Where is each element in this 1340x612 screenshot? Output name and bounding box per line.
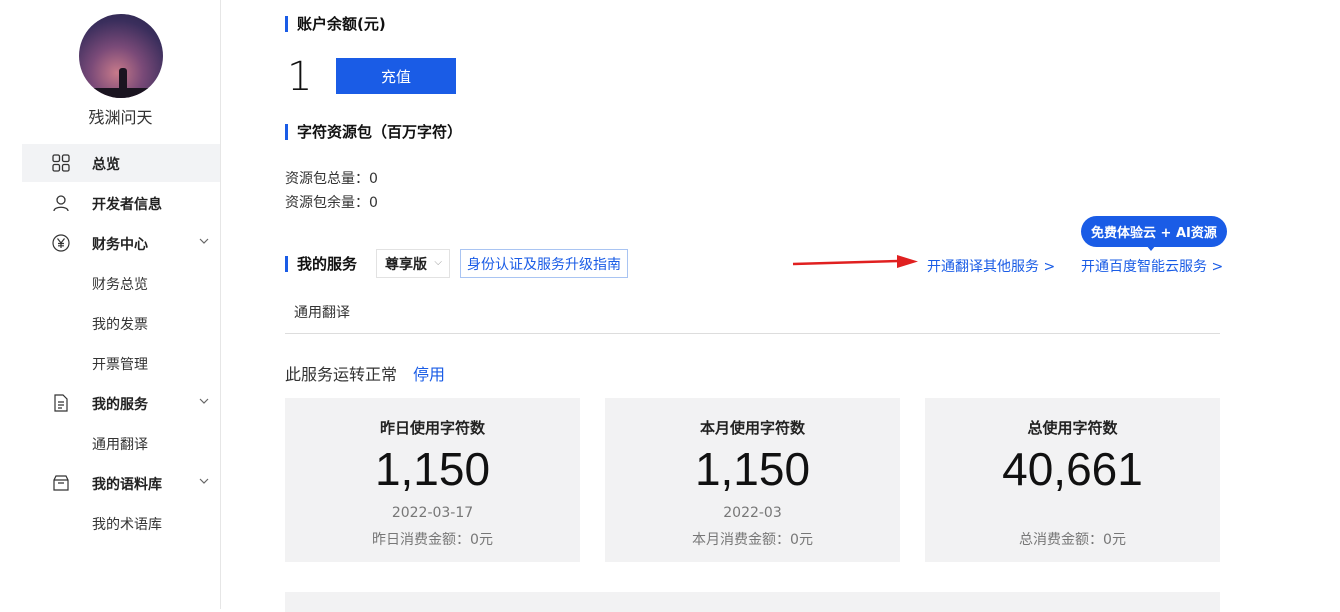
- free-trial-badge[interactable]: 免费体验云 + AI资源: [1081, 216, 1227, 247]
- stat-fee: 总消费金额：0元: [1019, 532, 1126, 548]
- sidebar: 残渊问天 总览 开发者信息 财务中心 财务总览 我的发票 开票管理 我的服务 通…: [0, 0, 221, 609]
- sidebar-item-my-services[interactable]: 我的服务: [22, 384, 220, 422]
- stat-value: 40,661: [1002, 443, 1143, 495]
- avatar-figure: [119, 68, 127, 92]
- open-other-services-link[interactable]: 开通翻译其他服务 >: [927, 256, 1055, 276]
- sidebar-item-label: 开发者信息: [92, 197, 162, 213]
- stat-date: 2022-03-17: [391, 505, 474, 521]
- stat-value: 1,150: [374, 443, 491, 495]
- edition-value: 尊享版: [385, 256, 427, 273]
- stat-value: 1,150: [694, 443, 811, 495]
- sidebar-item-invoices[interactable]: 我的发票: [92, 314, 148, 334]
- chevron-down-icon: ⌵: [434, 257, 442, 268]
- stat-title: 总使用字符数: [1027, 419, 1118, 437]
- red-arrow-icon: [792, 255, 918, 268]
- chevron-down-icon: [199, 478, 209, 484]
- sidebar-item-finance-overview[interactable]: 财务总览: [92, 274, 148, 294]
- tab-general-translation[interactable]: 通用翻译: [294, 302, 350, 322]
- records-panel-header: [285, 592, 1220, 612]
- edition-select[interactable]: 尊享版 ⌵: [376, 249, 450, 278]
- resource-title: 字符资源包（百万字符）: [285, 124, 462, 140]
- box-icon: [53, 475, 69, 491]
- recharge-button[interactable]: 充值: [336, 58, 456, 94]
- username: 残渊问天: [88, 108, 153, 127]
- chevron-down-icon: [199, 398, 209, 404]
- main-content: 账户余额(元) 1 充值 字符资源包（百万字符） 资源包总量：0 资源包余量：0…: [221, 0, 1340, 612]
- stat-title: 本月使用字符数: [699, 419, 805, 437]
- sidebar-item-label: 我的语料库: [92, 477, 162, 493]
- sidebar-item-overview[interactable]: 总览: [22, 144, 220, 182]
- services-title: 我的服务: [285, 256, 357, 272]
- yen-icon: [52, 234, 70, 252]
- grid-icon: [52, 154, 70, 172]
- sidebar-item-label: 总览: [92, 157, 120, 173]
- sidebar-item-general-translation[interactable]: 通用翻译: [92, 434, 148, 454]
- sidebar-item-terminology[interactable]: 我的术语库: [92, 514, 162, 534]
- sidebar-item-corpus[interactable]: 我的语料库: [22, 464, 220, 502]
- open-cloud-services-link[interactable]: 开通百度智能云服务 >: [1081, 256, 1223, 276]
- sidebar-item-label: 财务中心: [92, 237, 148, 253]
- stat-fee: 昨日消费金额：0元: [372, 532, 493, 548]
- stat-date: 2022-03: [723, 505, 782, 521]
- upgrade-guide-link[interactable]: 身份认证及服务升级指南: [460, 249, 628, 278]
- stat-fee: 本月消费金额：0元: [692, 532, 813, 548]
- sidebar-item-label: 我的服务: [92, 397, 148, 413]
- badge-tail: [1146, 245, 1156, 251]
- balance-value: 1: [287, 54, 313, 100]
- stat-card-yesterday: 昨日使用字符数 1,150 2022-03-17 昨日消费金额：0元: [285, 398, 580, 562]
- document-icon: [54, 394, 68, 412]
- stat-title: 昨日使用字符数: [379, 419, 485, 437]
- chevron-down-icon: [199, 238, 209, 244]
- stop-service-button[interactable]: 停用: [413, 361, 445, 385]
- stat-card-month: 本月使用字符数 1,150 2022-03 本月消费金额：0元: [605, 398, 900, 562]
- sidebar-item-developer[interactable]: 开发者信息: [22, 184, 220, 222]
- stat-card-total: 总使用字符数 40,661 总消费金额：0元: [925, 398, 1220, 562]
- divider: [285, 333, 1220, 334]
- balance-title: 账户余额(元): [285, 16, 386, 32]
- resource-total: 资源包总量：0: [285, 171, 378, 187]
- sidebar-item-invoice-management[interactable]: 开票管理: [92, 354, 148, 374]
- service-status: 此服务运转正常: [285, 365, 398, 384]
- avatar[interactable]: [79, 14, 163, 98]
- user-icon: [53, 195, 69, 212]
- sidebar-item-finance[interactable]: 财务中心: [22, 224, 220, 262]
- resource-remaining: 资源包余量：0: [285, 195, 378, 211]
